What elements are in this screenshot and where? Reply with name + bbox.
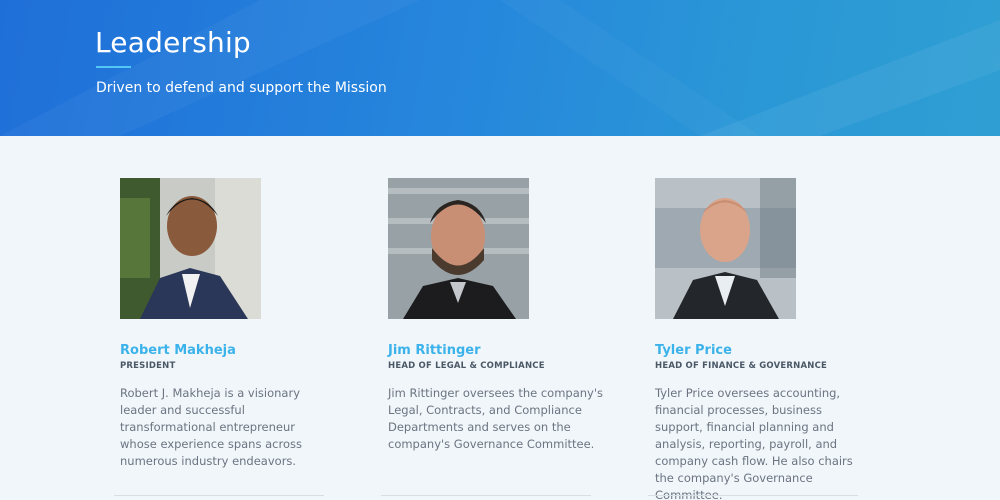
leader-bio: Jim Rittinger oversees the company's Leg… [388, 386, 604, 451]
leader-name: Robert Makheja [120, 343, 236, 358]
leader-role: PRESIDENT [120, 361, 176, 371]
hero-background-pattern [0, 0, 1000, 136]
card-divider [381, 495, 591, 496]
page-title: Leadership [95, 26, 251, 59]
leader-bio: Robert J. Makheja is a visionary leader … [120, 386, 302, 468]
page-subtitle: Driven to defend and support the Mission [96, 80, 387, 96]
leader-name: Tyler Price [655, 343, 732, 358]
card-divider [114, 495, 324, 496]
leader-bio: Tyler Price oversees accounting, financi… [655, 386, 853, 500]
leader-photo-robert-makheja [120, 178, 261, 319]
leader-photo-tyler-price [655, 178, 796, 319]
title-underline [96, 66, 131, 68]
leader-card-tyler-price: Tyler Price HEAD OF FINANCE & GOVERNANCE… [655, 178, 885, 500]
hero-banner: Leadership Driven to defend and support … [0, 0, 1000, 136]
leader-role: HEAD OF FINANCE & GOVERNANCE [655, 361, 828, 371]
leader-role: HEAD OF LEGAL & COMPLIANCE [388, 361, 545, 371]
leader-photo-jim-rittinger [388, 178, 529, 319]
leader-card-jim-rittinger: Jim Rittinger HEAD OF LEGAL & COMPLIANCE… [388, 178, 618, 453]
leader-name: Jim Rittinger [388, 343, 481, 358]
leader-card-robert-makheja: Robert Makheja PRESIDENT Robert J. Makhe… [120, 178, 350, 470]
card-divider [648, 495, 858, 496]
